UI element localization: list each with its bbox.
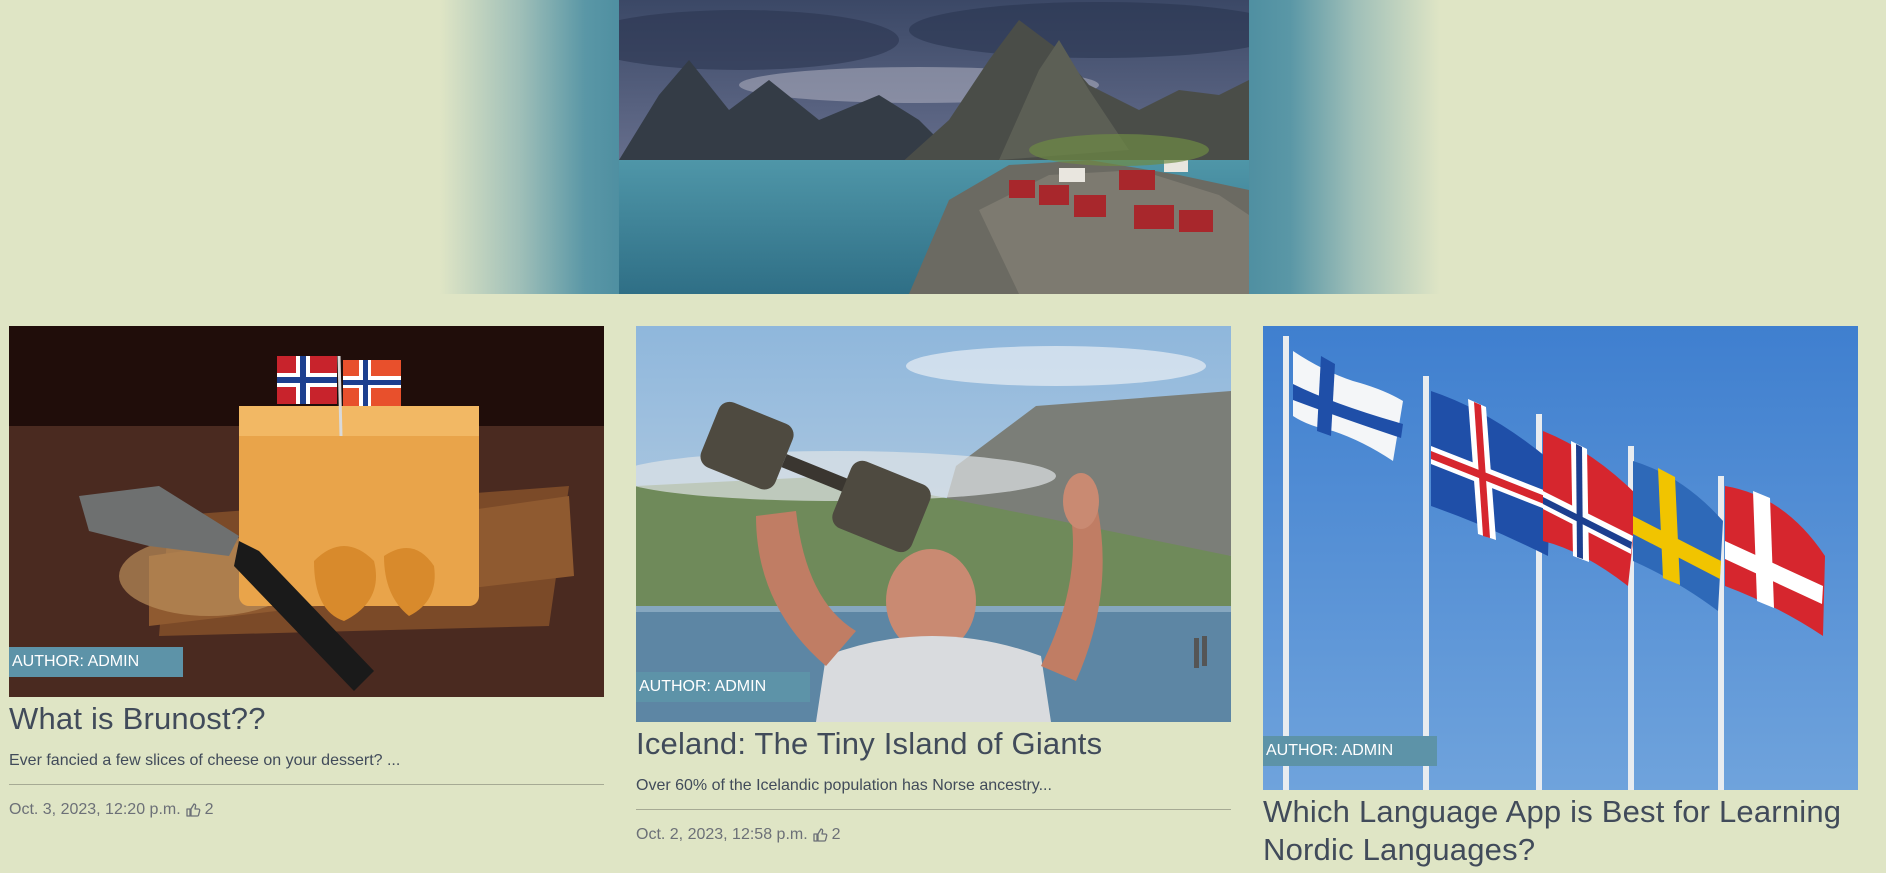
thumbs-up-icon[interactable] xyxy=(812,827,828,843)
divider xyxy=(9,784,604,785)
like-count: 2 xyxy=(831,826,841,843)
post-title[interactable]: Which Language App is Best for Learning … xyxy=(1263,793,1858,869)
divider xyxy=(636,809,1231,810)
post-image[interactable]: AUTHOR: ADMIN xyxy=(9,326,604,697)
post-card[interactable]: AUTHOR: ADMIN Iceland: The Tiny Island o… xyxy=(636,326,1231,845)
post-image[interactable]: AUTHOR: ADMIN xyxy=(1263,326,1858,790)
post-date: Oct. 3, 2023, 12:20 p.m. xyxy=(9,801,181,818)
post-meta: Oct. 2, 2023, 12:58 p.m. 2 xyxy=(636,825,1231,845)
post-meta: Oct. 3, 2023, 12:20 p.m. 2 xyxy=(9,800,604,820)
post-excerpt: Ever fancied a few slices of cheese on y… xyxy=(9,752,401,769)
post-date: Oct. 2, 2023, 12:58 p.m. xyxy=(636,826,808,843)
post-image[interactable]: AUTHOR: ADMIN xyxy=(636,326,1231,722)
post-title[interactable]: What is Brunost?? xyxy=(9,700,604,738)
thumbs-up-icon[interactable] xyxy=(185,802,201,818)
post-excerpt: Over 60% of the Icelandic population has… xyxy=(636,777,1052,794)
post-card[interactable]: AUTHOR: ADMIN Which Language App is Best… xyxy=(1263,326,1858,869)
post-title[interactable]: Iceland: The Tiny Island of Giants xyxy=(636,725,1231,763)
like-count: 2 xyxy=(204,801,214,818)
author-badge: AUTHOR: ADMIN xyxy=(9,647,183,677)
author-badge: AUTHOR: ADMIN xyxy=(636,672,810,702)
post-card[interactable]: AUTHOR: ADMIN What is Brunost?? Ever fan… xyxy=(9,326,604,820)
author-badge: AUTHOR: ADMIN xyxy=(1263,736,1437,766)
hero-image xyxy=(619,0,1249,294)
